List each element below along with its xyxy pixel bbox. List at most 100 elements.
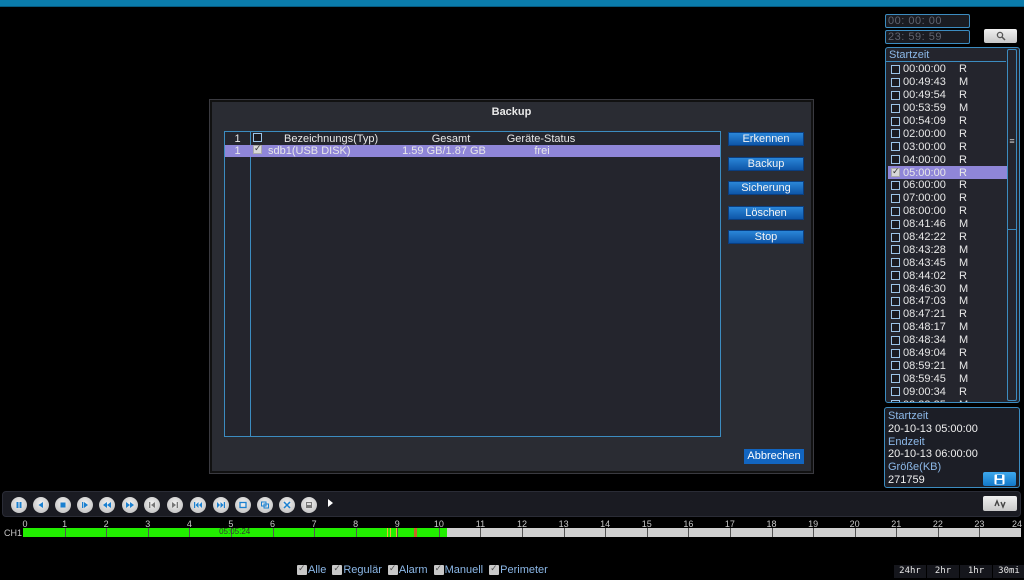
play-backward-button[interactable]	[33, 497, 49, 513]
filter-checkbox[interactable]	[433, 563, 444, 575]
filter-alarm[interactable]: Alarm	[387, 563, 428, 576]
file-checkbox[interactable]	[891, 348, 900, 358]
file-checkbox[interactable]	[891, 142, 900, 152]
file-checkbox[interactable]	[891, 361, 900, 371]
stop-button[interactable]	[55, 497, 71, 513]
more-controls-arrow-icon[interactable]	[328, 499, 333, 507]
fast-forward-button[interactable]	[122, 497, 138, 513]
filter-checkbox[interactable]	[297, 563, 307, 575]
file-checkbox[interactable]	[891, 64, 900, 74]
zoom-30mi-button[interactable]: 30mi	[993, 565, 1024, 578]
file-list-item[interactable]: 06:00:00 R	[888, 179, 1008, 192]
file-list-item[interactable]: 08:43:45 M	[888, 256, 1008, 269]
file-checkbox[interactable]	[891, 271, 900, 281]
file-checkbox[interactable]	[891, 400, 900, 402]
fast-backward-button[interactable]	[99, 497, 115, 513]
loop-button[interactable]	[235, 497, 251, 513]
file-list-item[interactable]: 08:59:45 M	[888, 372, 1008, 385]
file-list-item[interactable]: 08:43:28 M	[888, 243, 1008, 256]
file-record-type: M	[959, 334, 969, 347]
save-button[interactable]: Sicherung	[728, 181, 804, 195]
file-list-item[interactable]: 02:00:00 R	[888, 127, 1008, 140]
delete-button[interactable]: Löschen	[728, 206, 804, 220]
device-table: 1 Bezeichnungs(Typ) Gesamt Geräte-Status…	[224, 131, 721, 437]
file-list-item[interactable]: 08:47:03 M	[888, 295, 1008, 308]
file-checkbox[interactable]	[891, 219, 900, 229]
file-list-item[interactable]: 08:44:02 R	[888, 269, 1008, 282]
pause-button[interactable]	[11, 497, 27, 513]
file-checkbox[interactable]	[891, 155, 900, 165]
file-checkbox[interactable]	[891, 258, 900, 268]
next-file-button[interactable]	[213, 497, 229, 513]
file-checkbox[interactable]	[891, 245, 900, 255]
file-list-item[interactable]: 03:00:00 R	[888, 140, 1008, 153]
filter-manuell[interactable]: Manuell	[433, 563, 483, 576]
file-list-item[interactable]: 05:00:00 R	[888, 166, 1008, 180]
timeline-bar[interactable]: 05:05:24	[23, 527, 1021, 537]
filter-alle[interactable]: Alle	[297, 563, 326, 576]
next-frame-button[interactable]	[167, 497, 183, 513]
sync-button[interactable]	[983, 496, 1017, 511]
file-list-item[interactable]: 09:00:34 R	[888, 385, 1008, 398]
file-checkbox[interactable]	[891, 232, 900, 242]
play-frame-button[interactable]	[77, 497, 93, 513]
file-checkbox[interactable]	[891, 387, 900, 397]
filter-regulär[interactable]: Regulär	[332, 563, 382, 576]
file-list-item[interactable]: 00:49:43 M	[888, 76, 1008, 89]
start-time-input[interactable]: 00: 00: 00	[885, 14, 970, 28]
file-checkbox[interactable]	[891, 296, 900, 306]
file-list-item[interactable]: 08:00:00 R	[888, 205, 1008, 218]
search-button[interactable]	[984, 29, 1017, 43]
file-checkbox[interactable]	[891, 322, 900, 332]
file-list-item[interactable]: 08:41:46 M	[888, 218, 1008, 231]
previous-frame-button[interactable]	[144, 497, 160, 513]
file-list-item[interactable]: 04:00:00 R	[888, 153, 1008, 166]
file-checkbox[interactable]	[891, 166, 900, 178]
file-checkbox[interactable]	[891, 90, 900, 100]
file-checkbox[interactable]	[891, 193, 900, 203]
file-list-item[interactable]: 08:48:17 M	[888, 321, 1008, 334]
multi-window-button[interactable]	[257, 497, 273, 513]
file-list-item[interactable]: 08:49:04 R	[888, 347, 1008, 360]
device-checkbox[interactable]	[250, 143, 266, 157]
zoom-2hr-button[interactable]: 2hr	[927, 565, 959, 578]
backup-button[interactable]: Backup	[728, 157, 804, 171]
file-list-scrollbar[interactable]: ≡	[1007, 49, 1017, 401]
file-list-item[interactable]: 09:23:35 M	[888, 398, 1008, 402]
file-checkbox[interactable]	[891, 103, 900, 113]
file-list-item[interactable]: 00:49:54 R	[888, 89, 1008, 102]
stop-button[interactable]: Stop	[728, 230, 804, 244]
save-button[interactable]	[301, 497, 317, 513]
file-checkbox[interactable]	[891, 335, 900, 345]
file-list-item[interactable]: 08:46:30 M	[888, 282, 1008, 295]
file-list-item[interactable]: 00:54:09 R	[888, 115, 1008, 128]
clip-button[interactable]	[279, 497, 295, 513]
filter-checkbox[interactable]	[332, 563, 343, 575]
file-list-item[interactable]: 00:53:59 M	[888, 102, 1008, 115]
file-list-item[interactable]: 00:00:00 R	[888, 63, 1008, 76]
filter-checkbox[interactable]	[489, 563, 500, 575]
file-checkbox[interactable]	[891, 116, 900, 126]
file-checkbox[interactable]	[891, 206, 900, 216]
file-list-item[interactable]: 08:42:22 R	[888, 231, 1008, 244]
file-list-item[interactable]: 08:59:21 M	[888, 359, 1008, 372]
cancel-button[interactable]: Abbrechen	[744, 449, 804, 464]
end-time-input[interactable]: 23: 59: 59	[885, 30, 970, 44]
filter-perimeter[interactable]: Perimeter	[489, 563, 548, 576]
zoom-1hr-button[interactable]: 1hr	[960, 565, 992, 578]
file-list-item[interactable]: 08:47:21 R	[888, 308, 1008, 321]
filter-checkbox[interactable]	[387, 563, 398, 575]
file-checkbox[interactable]	[891, 374, 900, 384]
previous-file-button[interactable]	[190, 497, 206, 513]
zoom-24hr-button[interactable]: 24hr	[894, 565, 926, 578]
file-checkbox[interactable]	[891, 284, 900, 294]
file-list-item[interactable]: 07:00:00 R	[888, 192, 1008, 205]
file-checkbox[interactable]	[891, 77, 900, 87]
backup-save-button[interactable]	[983, 472, 1016, 486]
detect-button[interactable]: Erkennen	[728, 132, 804, 146]
file-checkbox[interactable]	[891, 180, 900, 190]
file-checkbox[interactable]	[891, 129, 900, 139]
device-row[interactable]: 1 sdb1(USB DISK) 1.59 GB/1.87 GB frei	[225, 143, 720, 157]
file-checkbox[interactable]	[891, 309, 900, 319]
file-list-item[interactable]: 08:48:34 M	[888, 334, 1008, 347]
